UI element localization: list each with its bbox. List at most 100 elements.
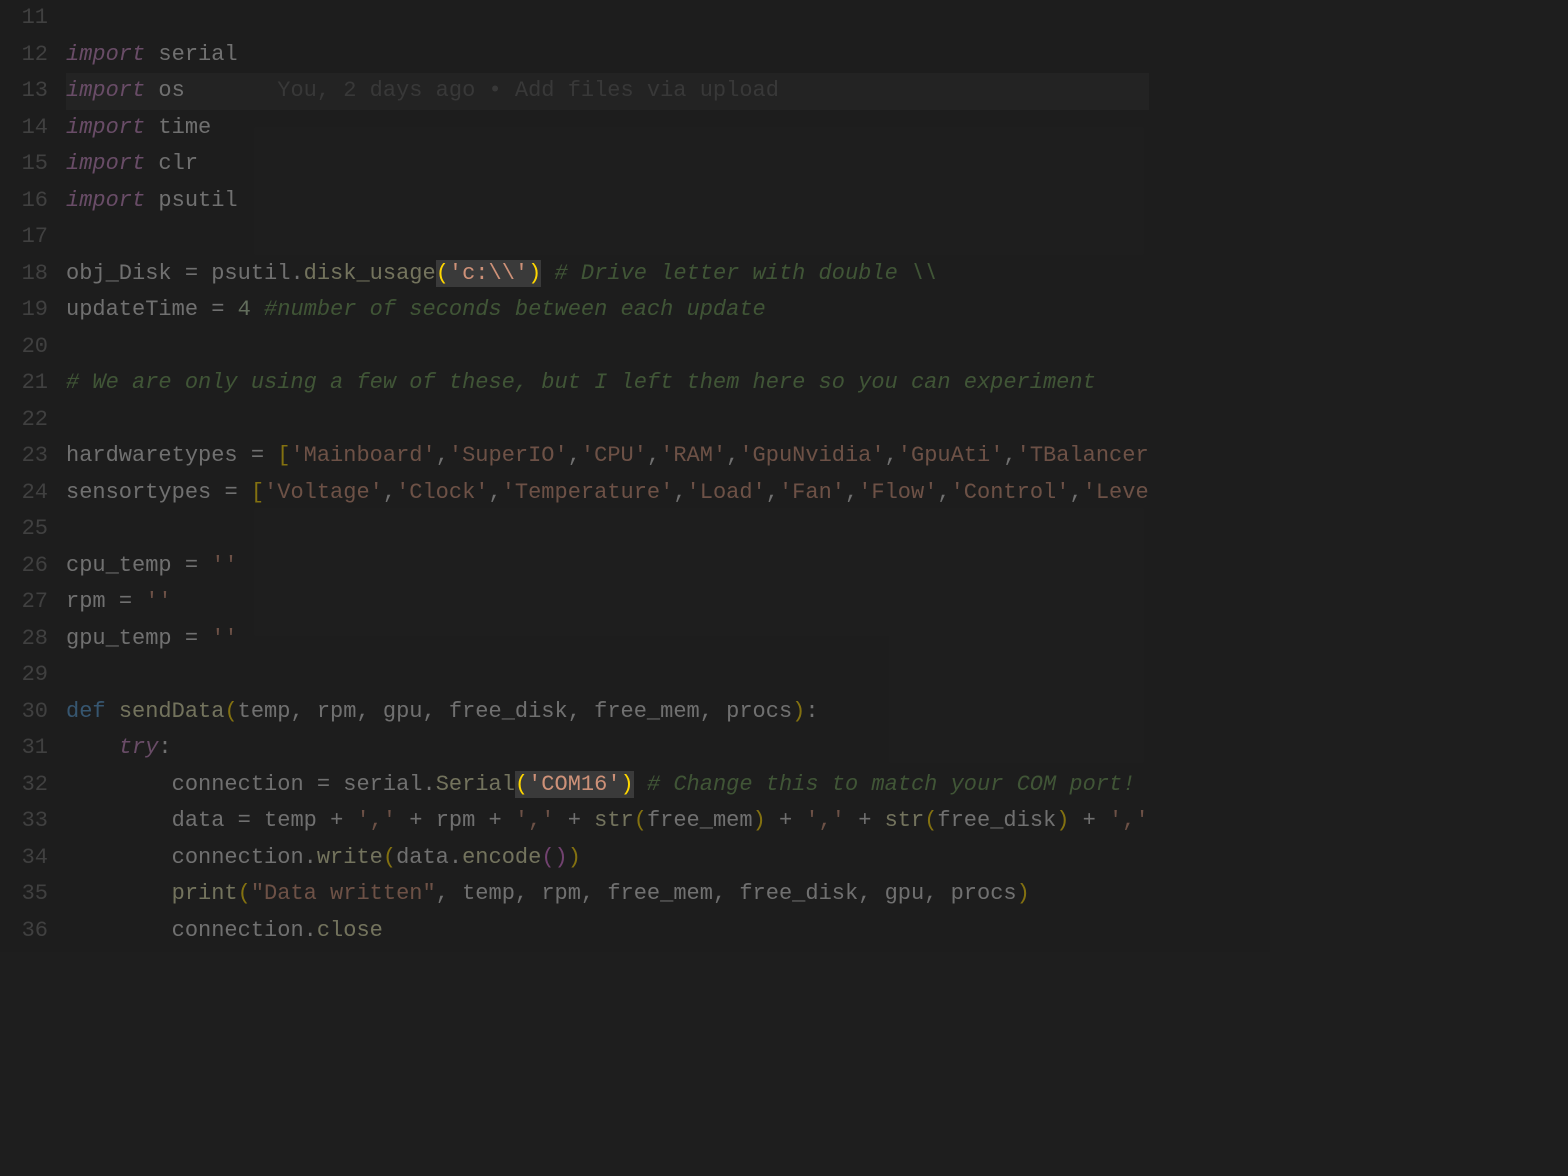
line-number[interactable]: 32 [0, 767, 48, 804]
token-paren-y: [ [251, 480, 264, 505]
line-number[interactable]: 25 [0, 511, 48, 548]
line-number[interactable]: 35 [0, 876, 48, 913]
token-kw-def: def [66, 699, 106, 724]
code-line[interactable]: obj_Disk = psutil.disk_usage('c:\\') # D… [66, 256, 1149, 293]
token-fn: str [594, 808, 634, 833]
code-line[interactable] [66, 511, 1149, 548]
line-number[interactable]: 14 [0, 110, 48, 147]
code-line[interactable]: def sendData(temp, rpm, gpu, free_disk, … [66, 694, 1149, 731]
token-op: = [185, 553, 198, 578]
token-fn: str [885, 808, 925, 833]
token-paren-y: ( [238, 881, 251, 906]
token-str: 'COM16' [528, 772, 620, 797]
token-op: + [1083, 808, 1096, 833]
code-line[interactable]: connection = serial.Serial('COM16') # Ch… [66, 767, 1149, 804]
token-punct: , [924, 881, 937, 906]
line-number[interactable]: 17 [0, 219, 48, 256]
token-ident: cpu_temp [66, 553, 172, 578]
line-number[interactable]: 36 [0, 913, 48, 950]
line-number[interactable]: 18 [0, 256, 48, 293]
code-line[interactable]: import os You, 2 days ago • Add files vi… [66, 73, 1149, 110]
code-line[interactable]: data = temp + ',' + rpm + ',' + str(free… [66, 803, 1149, 840]
line-number[interactable]: 20 [0, 329, 48, 366]
line-number[interactable]: 30 [0, 694, 48, 731]
token-ident: gpu [383, 699, 423, 724]
token-ident: temp [264, 808, 317, 833]
line-number[interactable]: 22 [0, 402, 48, 439]
code-line[interactable]: gpu_temp = '' [66, 621, 1149, 658]
line-number[interactable]: 23 [0, 438, 48, 475]
code-line[interactable]: import psutil [66, 183, 1149, 220]
line-number[interactable]: 26 [0, 548, 48, 585]
line-number[interactable]: 28 [0, 621, 48, 658]
token-op: + [489, 808, 502, 833]
line-number[interactable]: 24 [0, 475, 48, 512]
token-punct: , [290, 699, 303, 724]
token-punct: , [700, 699, 713, 724]
code-line[interactable] [66, 657, 1149, 694]
code-line[interactable]: connection.write(data.encode()) [66, 840, 1149, 877]
token-op: = [238, 808, 251, 833]
token-punct: , [1069, 480, 1082, 505]
token-punct: . [422, 772, 435, 797]
line-number[interactable]: 33 [0, 803, 48, 840]
code-line[interactable] [66, 329, 1149, 366]
line-number[interactable]: 21 [0, 365, 48, 402]
token-punct: , [673, 480, 686, 505]
token-ident: obj_Disk [66, 261, 172, 286]
code-line[interactable]: try: [66, 730, 1149, 767]
line-number[interactable]: 12 [0, 37, 48, 74]
code-line[interactable]: import serial [66, 37, 1149, 74]
line-number[interactable]: 16 [0, 183, 48, 220]
code-line[interactable]: hardwaretypes = ['Mainboard','SuperIO','… [66, 438, 1149, 475]
token-ident: clr [158, 151, 198, 176]
token-paren-y: ( [436, 261, 449, 286]
code-line[interactable]: rpm = '' [66, 584, 1149, 621]
token-punct: , [436, 881, 449, 906]
code-line[interactable]: sensortypes = ['Voltage','Clock','Temper… [66, 475, 1149, 512]
token-ident: connection [172, 918, 304, 943]
line-number[interactable]: 31 [0, 730, 48, 767]
token-fn: sendData [119, 699, 225, 724]
code-area[interactable]: import serialimport os You, 2 days ago •… [66, 0, 1149, 949]
code-line[interactable]: import time [66, 110, 1149, 147]
token-ident: rpm [436, 808, 476, 833]
code-line[interactable] [66, 0, 1149, 37]
token-paren-y: ( [224, 699, 237, 724]
code-line[interactable]: cpu_temp = '' [66, 548, 1149, 585]
token-paren-p: ( [541, 845, 554, 870]
highlighted-region: ('c:\\') [436, 260, 542, 287]
line-number[interactable]: 15 [0, 146, 48, 183]
code-line[interactable] [66, 402, 1149, 439]
token-ident: free_disk [937, 808, 1056, 833]
code-line[interactable]: import clr [66, 146, 1149, 183]
token-op: = [119, 589, 132, 614]
token-ident: free_mem [607, 881, 713, 906]
token-op: = [317, 772, 330, 797]
token-str: ',' [515, 808, 555, 833]
line-number-gutter[interactable]: 11121314151617181920212223242526272829⌄3… [0, 0, 66, 949]
code-editor[interactable]: 11121314151617181920212223242526272829⌄3… [0, 0, 1270, 949]
token-punct: , [858, 881, 871, 906]
token-punct: , [766, 480, 779, 505]
code-line[interactable] [66, 219, 1149, 256]
token-punct: . [304, 845, 317, 870]
code-line[interactable]: connection.close [66, 913, 1149, 950]
token-num: 4 [238, 297, 251, 322]
code-line[interactable]: updateTime = 4 #number of seconds betwee… [66, 292, 1149, 329]
token-punct: . [449, 845, 462, 870]
line-number[interactable]: 34 [0, 840, 48, 877]
token-ident: updateTime [66, 297, 198, 322]
code-line[interactable]: # We are only using a few of these, but … [66, 365, 1149, 402]
line-number[interactable]: 11 [0, 0, 48, 37]
line-number[interactable]: 27 [0, 584, 48, 621]
line-number[interactable]: 19 [0, 292, 48, 329]
token-punct: , [647, 443, 660, 468]
line-number[interactable]: 13 [0, 73, 48, 110]
line-number[interactable]: 29 [0, 657, 48, 694]
token-fn: write [317, 845, 383, 870]
token-str: '' [211, 553, 237, 578]
token-ident: free_mem [594, 699, 700, 724]
code-line[interactable]: print("Data written", temp, rpm, free_me… [66, 876, 1149, 913]
token-str: ',' [805, 808, 845, 833]
